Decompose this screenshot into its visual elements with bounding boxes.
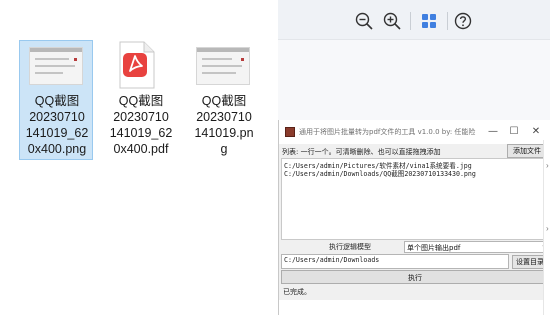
file-name: QQ截图 20230710 141019.pn g — [194, 94, 254, 156]
file-name: QQ截图 20230710 141019_62 0x400.pdf — [109, 94, 173, 156]
file-name: QQ截图 20230710 141019_62 0x400.png — [25, 94, 89, 156]
mode-row: 执行逻辑模型 单个图片输出pdf ▾ — [279, 241, 550, 253]
maximize-button[interactable]: ☐ — [506, 124, 522, 140]
app-icon — [285, 127, 295, 137]
pdf-converter-window: 通用于将图片批量转为pdf文件的工具 v1.0.0 by: 任能险 — ☐ ✕ … — [278, 120, 550, 315]
list-item: C:/Users/admin/Downloads/QQ截图20230710133… — [284, 170, 476, 178]
file-tile-png-620x400[interactable]: QQ截图 20230710 141019_62 0x400.png — [19, 40, 93, 160]
zoom-out-icon[interactable] — [354, 11, 374, 31]
close-button[interactable]: ✕ — [528, 124, 544, 140]
scroll-edge: › › — [543, 140, 550, 315]
minimize-button[interactable]: — — [485, 124, 501, 140]
toolbar-divider — [410, 12, 411, 30]
scroll-arrow-icon[interactable]: › — [546, 225, 550, 233]
desktop-background — [279, 300, 550, 315]
screen: QQ截图 20230710 141019_62 0x400.png QQ截图 2… — [0, 0, 550, 315]
image-thumbnail — [196, 47, 250, 85]
window-titlebar[interactable]: 通用于将图片批量转为pdf文件的工具 v1.0.0 by: 任能险 — ☐ ✕ — [279, 120, 550, 144]
add-file-button[interactable]: 添加文件 — [507, 144, 547, 158]
grid-view-icon[interactable] — [419, 11, 439, 31]
run-button-label: 执行 — [408, 274, 422, 282]
mode-select[interactable]: 单个图片输出pdf ▾ — [404, 241, 550, 253]
output-dir-value: C:/Users/admin/Downloads — [284, 256, 380, 264]
mode-label: 执行逻辑模型 — [329, 243, 371, 251]
status-text: 已完成。 — [283, 288, 311, 296]
image-thumbnail — [29, 47, 83, 85]
help-icon[interactable] — [453, 11, 473, 31]
status-bar: 已完成。 — [281, 286, 549, 298]
list-hint-label: 列表: 一行一个。可清晰删除、也可以直接拖拽添加 — [282, 148, 441, 156]
output-row: C:/Users/admin/Downloads 设置目录 — [279, 254, 550, 270]
toolbar-divider — [447, 12, 448, 30]
viewer-toolbar — [278, 0, 550, 40]
file-tile-png[interactable]: QQ截图 20230710 141019.pn g — [186, 40, 260, 160]
pdf-file-icon — [119, 41, 155, 89]
scroll-arrow-icon[interactable]: › — [546, 162, 550, 170]
window-title: 通用于将图片批量转为pdf文件的工具 v1.0.0 by: 任能险 — [299, 128, 476, 136]
file-list-textarea[interactable]: C:/Users/admin/Pictures/软件素材/vina1系统要看.j… — [281, 158, 550, 240]
file-tile-pdf[interactable]: QQ截图 20230710 141019_62 0x400.pdf — [103, 40, 177, 160]
mode-select-value: 单个图片输出pdf — [407, 244, 461, 252]
output-dir-field[interactable]: C:/Users/admin/Downloads — [281, 254, 509, 269]
run-button[interactable]: 执行 — [281, 270, 549, 284]
zoom-in-icon[interactable] — [382, 11, 402, 31]
viewer-canvas — [278, 40, 550, 120]
